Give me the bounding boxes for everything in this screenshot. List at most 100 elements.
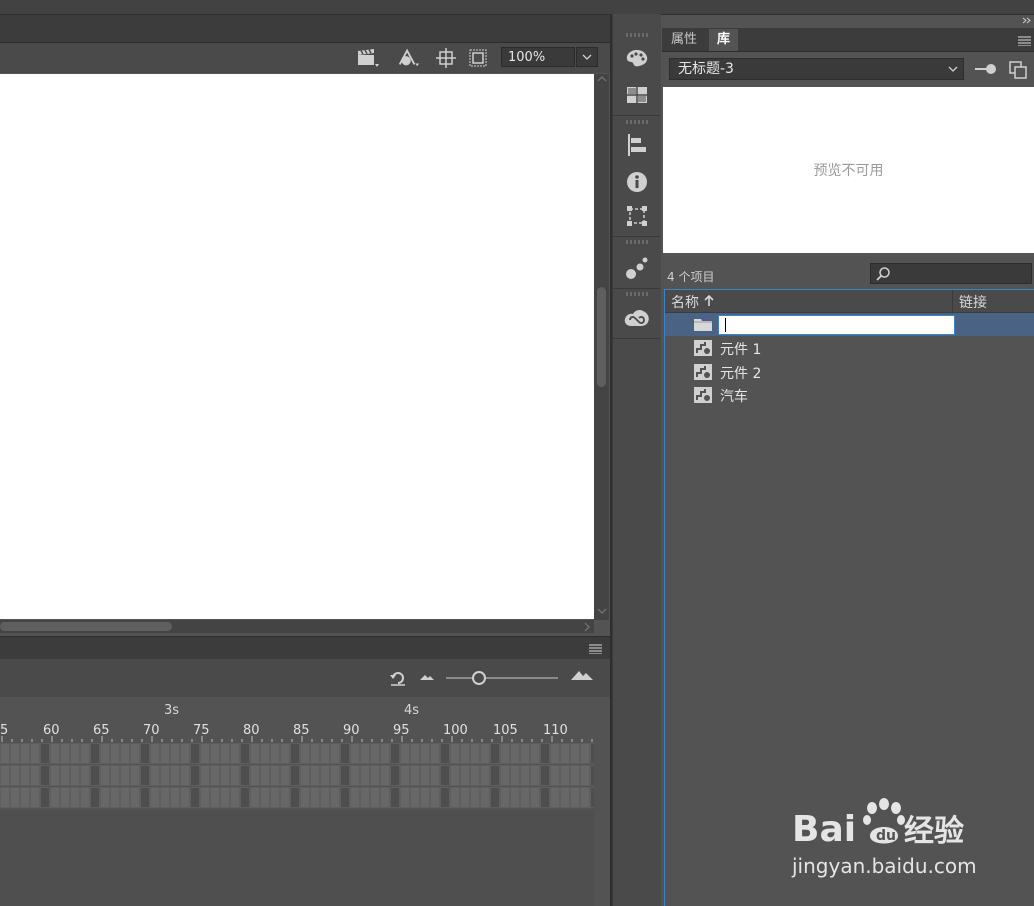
- frame-cell: [221, 766, 229, 785]
- components-icon[interactable]: [622, 253, 652, 283]
- panel-menu-icon[interactable]: [1018, 36, 1031, 46]
- frame-cell: [421, 788, 429, 807]
- frame-cell: [1, 766, 9, 785]
- frame-cell: [71, 788, 79, 807]
- creative-cloud-libraries-icon[interactable]: [622, 303, 652, 333]
- new-library-panel-icon[interactable]: [1009, 61, 1027, 79]
- dock-grip[interactable]: [626, 240, 648, 244]
- expand-right-icon[interactable]: [1022, 17, 1032, 24]
- edit-scene-icon[interactable]: [356, 46, 380, 70]
- scroll-up-icon[interactable]: [597, 76, 607, 82]
- library-item-row[interactable]: 元件 2: [665, 361, 1034, 384]
- frame-cell: [261, 766, 269, 785]
- dock-grip[interactable]: [626, 33, 648, 37]
- horizontal-scroll-thumb[interactable]: [0, 622, 172, 631]
- frame-cell: [171, 766, 179, 785]
- dock-grip[interactable]: [626, 292, 648, 296]
- frame-cell: [531, 744, 539, 763]
- vertical-scroll-thumb[interactable]: [597, 287, 606, 387]
- rename-folder-input[interactable]: [718, 315, 955, 335]
- frame-cell: [561, 744, 569, 763]
- baidu-watermark-url: jingyan.baidu.com: [792, 854, 977, 878]
- frame-cell: [281, 766, 289, 785]
- frame-size-slider-knob[interactable]: [472, 671, 486, 685]
- frame-cell: [361, 744, 369, 763]
- frame-grid[interactable]: [0, 742, 599, 810]
- frame-cell: [461, 766, 469, 785]
- frame-cell: [211, 744, 219, 763]
- column-divider[interactable]: [952, 290, 953, 312]
- zoom-dropdown[interactable]: [576, 47, 598, 67]
- frame-cell: [141, 744, 149, 763]
- frame-cell: [321, 744, 329, 763]
- frame-cell: [291, 766, 299, 785]
- transform-icon[interactable]: [622, 201, 652, 231]
- frame-cell: [511, 766, 519, 785]
- dock-separator: [612, 338, 660, 339]
- stage-canvas[interactable]: [0, 74, 594, 619]
- frame-cell: [541, 788, 549, 807]
- edit-symbol-icon[interactable]: [396, 46, 420, 70]
- library-document-select[interactable]: 无标题-3: [669, 58, 964, 80]
- tab-properties[interactable]: 属性: [663, 29, 705, 51]
- large-frames-icon[interactable]: [570, 669, 594, 681]
- frame-cell: [61, 788, 69, 807]
- clip-content-icon[interactable]: [466, 46, 490, 70]
- info-icon[interactable]: [622, 167, 652, 197]
- library-search-input[interactable]: [870, 263, 1032, 284]
- swatches-icon[interactable]: [622, 80, 652, 110]
- frame-cell: [391, 766, 399, 785]
- baidu-watermark: Bai du 经验 jingyan.baidu.com: [792, 796, 982, 878]
- frame-cell: [131, 744, 139, 763]
- frame-cell: [531, 766, 539, 785]
- frame-cell: [331, 788, 339, 807]
- frame-cell: [171, 788, 179, 807]
- chevron-down-icon[interactable]: [948, 66, 958, 72]
- frame-cell: [191, 744, 199, 763]
- frame-cell: [121, 766, 129, 785]
- frame-cell: [231, 766, 239, 785]
- frame-cell: [391, 744, 399, 763]
- library-item-row[interactable]: 元件 1: [665, 337, 1034, 360]
- frame-cell: [341, 788, 349, 807]
- frame-cell: [411, 788, 419, 807]
- zoom-input[interactable]: 100%: [501, 47, 575, 67]
- frame-cell: [381, 744, 389, 763]
- loop-icon[interactable]: [389, 669, 407, 687]
- scroll-down-icon[interactable]: [597, 608, 607, 614]
- frame-cell: [561, 766, 569, 785]
- center-stage-icon[interactable]: [434, 46, 458, 70]
- column-name-header[interactable]: 名称: [671, 292, 699, 312]
- frame-cell: [351, 744, 359, 763]
- frame-cell: [301, 744, 309, 763]
- frame-cell: [21, 744, 29, 763]
- pin-library-icon[interactable]: [975, 63, 997, 75]
- frame-cell: [31, 766, 39, 785]
- color-palette-icon[interactable]: [622, 43, 652, 73]
- frame-cell: [371, 766, 379, 785]
- frame-cells[interactable]: [0, 742, 599, 810]
- tab-library[interactable]: 库: [709, 29, 739, 51]
- column-link-header[interactable]: 链接: [959, 292, 987, 312]
- frame-cell: [191, 766, 199, 785]
- dock-grip[interactable]: [626, 120, 648, 124]
- frame-cell: [341, 744, 349, 763]
- preview-unavailable-text: 预览不可用: [813, 163, 884, 179]
- frame-cell: [411, 744, 419, 763]
- scroll-right-icon[interactable]: [584, 622, 590, 632]
- small-frames-icon[interactable]: [419, 673, 435, 681]
- align-icon[interactable]: [622, 130, 652, 160]
- library-item-row[interactable]: 汽车: [665, 384, 1034, 407]
- frame-cell: [21, 766, 29, 785]
- frame-cell: [321, 766, 329, 785]
- frame-cell: [591, 788, 599, 807]
- search-icon: [876, 267, 890, 281]
- frame-cell: [41, 744, 49, 763]
- frame-cell: [211, 766, 219, 785]
- panel-menu-icon[interactable]: [589, 644, 602, 654]
- frame-cell: [151, 788, 159, 807]
- frame-size-slider[interactable]: [446, 677, 558, 679]
- sort-ascending-icon[interactable]: [704, 295, 714, 306]
- frame-cell: [501, 744, 509, 763]
- timeline-ruler[interactable]: 3s 4s 5 60 65 70 75 80 85 90 95 100 105 …: [0, 698, 596, 742]
